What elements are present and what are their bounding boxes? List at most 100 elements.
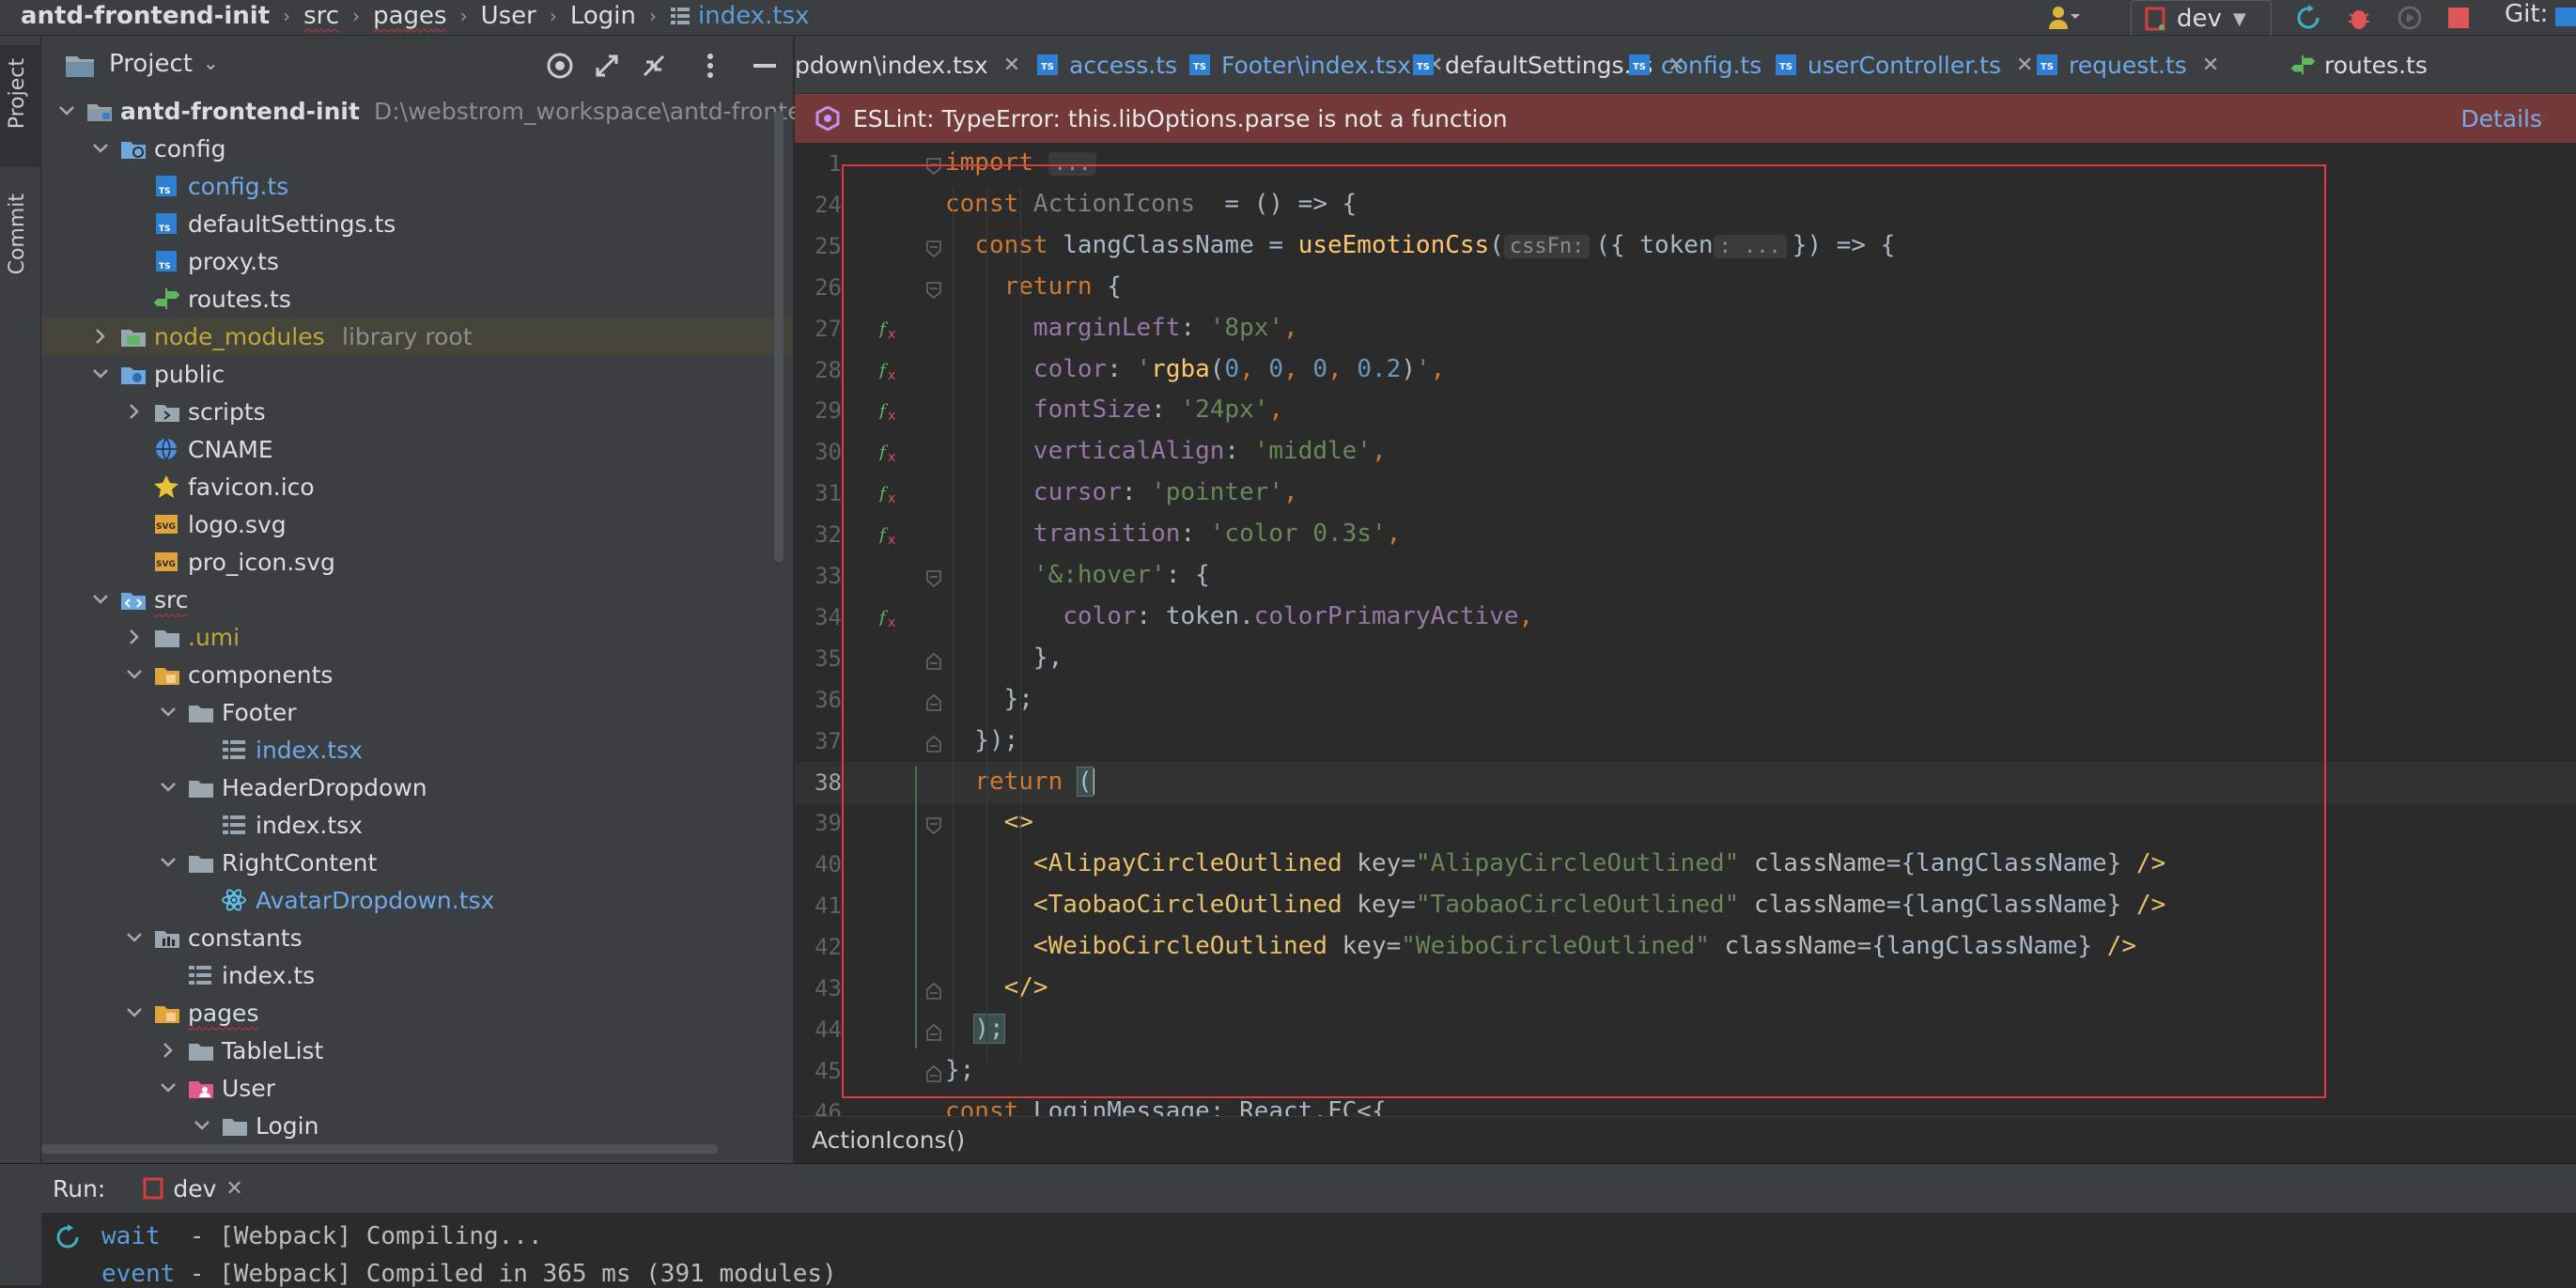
- tree-item[interactable]: User: [41, 1069, 793, 1107]
- hide-panel-icon[interactable]: [752, 51, 778, 81]
- chevron-right-icon: ›: [649, 5, 658, 27]
- editor-tab[interactable]: TSconfig.ts✕: [1629, 36, 1794, 93]
- git-label[interactable]: Git:: [2505, 0, 2548, 28]
- tree-item-label: User: [222, 1074, 275, 1102]
- chevron-down-icon[interactable]: ⌄: [203, 52, 219, 74]
- close-icon[interactable]: ✕: [225, 1177, 242, 1201]
- eslint-details-link[interactable]: Details: [2460, 105, 2542, 132]
- project-horizontal-scrollbar[interactable]: [41, 1144, 718, 1154]
- close-icon[interactable]: ✕: [1003, 54, 1020, 77]
- tree-item-label: index.tsx: [256, 736, 363, 764]
- editor-tab[interactable]: pdown\index.tsx ✕: [795, 36, 1020, 93]
- editor-tab[interactable]: TSaccess.ts✕: [1037, 36, 1209, 93]
- tree-item[interactable]: scripts: [41, 393, 793, 430]
- tree-item[interactable]: antd-frontend-init D:\webstrom_workspace\…: [41, 92, 861, 130]
- debug-icon[interactable]: [2343, 2, 2375, 34]
- tree-item[interactable]: Login: [41, 1107, 793, 1144]
- rerun-icon[interactable]: [2292, 2, 2324, 34]
- tree-item[interactable]: CNAME: [41, 430, 793, 468]
- project-panel-title[interactable]: Project: [109, 50, 193, 78]
- git-branch-icon[interactable]: [2552, 2, 2576, 30]
- tree-item[interactable]: AvatarDropdown.tsx: [41, 881, 793, 919]
- chevron-down-icon[interactable]: [156, 700, 180, 724]
- breadcrumb-pages[interactable]: pages: [373, 2, 446, 30]
- chevron-down-icon[interactable]: [156, 1076, 180, 1100]
- editor-tab[interactable]: TS userController.ts ✕: [1776, 36, 2033, 93]
- tree-item[interactable]: TS proxy.ts: [41, 242, 793, 280]
- breadcrumb-login[interactable]: Login: [570, 2, 636, 30]
- breadcrumb-src[interactable]: src: [303, 2, 339, 30]
- tree-item[interactable]: .umi: [41, 618, 793, 656]
- editor-tab[interactable]: routes.ts: [2290, 36, 2428, 93]
- line-number: 31: [815, 480, 842, 507]
- chevron-down-icon[interactable]: [54, 99, 79, 123]
- line-number: 27: [815, 315, 842, 342]
- breadcrumb-project[interactable]: antd-frontend-init: [21, 2, 270, 30]
- npm-icon: [2145, 7, 2165, 31]
- chevron-down-icon[interactable]: [156, 850, 180, 875]
- chevron-down-icon[interactable]: [190, 1113, 214, 1138]
- profile-icon[interactable]: [2394, 2, 2426, 34]
- tree-item[interactable]: constants: [41, 919, 793, 956]
- svg-file-icon: SVG: [155, 515, 178, 534]
- tree-item[interactable]: config: [41, 130, 793, 167]
- tree-item-label: TableList: [222, 1036, 324, 1064]
- chevron-down-icon[interactable]: [88, 136, 113, 161]
- close-icon[interactable]: ✕: [2202, 54, 2219, 77]
- tree-item[interactable]: HeaderDropdown: [41, 768, 793, 806]
- chevron-right-icon[interactable]: [122, 399, 147, 424]
- chevron-down-icon[interactable]: [122, 662, 147, 687]
- tree-item[interactable]: TableList: [41, 1032, 793, 1069]
- tree-item[interactable]: index.tsx: [41, 731, 793, 768]
- expand-all-icon[interactable]: [592, 51, 622, 81]
- breadcrumb-user[interactable]: User: [481, 2, 536, 30]
- run-configuration-select[interactable]: dev ▼: [2131, 0, 2272, 38]
- tree-item[interactable]: index.ts: [41, 956, 793, 994]
- options-menu-icon[interactable]: [701, 51, 720, 81]
- locate-file-icon[interactable]: [545, 51, 575, 81]
- collapse-all-icon[interactable]: [639, 51, 669, 81]
- svg-text:SVG: SVG: [156, 560, 176, 569]
- tree-item[interactable]: src: [41, 581, 793, 618]
- tree-item[interactable]: public: [41, 355, 793, 393]
- tree-item[interactable]: TS defaultSettings.ts: [41, 205, 793, 242]
- tree-item[interactable]: TS config.ts: [41, 167, 793, 205]
- chevron-down-icon[interactable]: [122, 925, 147, 950]
- chevron-down-icon[interactable]: [88, 362, 113, 386]
- chevron-right-icon[interactable]: [88, 324, 113, 349]
- close-icon[interactable]: ✕: [2016, 54, 2033, 77]
- editor-tab-label: config.ts: [1661, 51, 1762, 79]
- run-panel: Run: dev ✕ wait - [Webpack] Compiling...…: [0, 1163, 2576, 1288]
- editor-tab[interactable]: TS Footer\index.tsx ✕: [1189, 36, 1443, 93]
- left-tool-strip: Project Commit okmarks: [0, 36, 41, 1272]
- chevron-down-icon[interactable]: [88, 587, 113, 612]
- project-tool-tab[interactable]: Project: [0, 45, 41, 167]
- chevron-right-icon[interactable]: [156, 1038, 180, 1063]
- tree-item[interactable]: Footer: [41, 693, 793, 731]
- breadcrumb-file[interactable]: index.tsx: [698, 2, 810, 30]
- commit-tool-label[interactable]: Commit: [6, 194, 29, 274]
- user-account-icon[interactable]: [2048, 2, 2080, 34]
- tree-item[interactable]: RightContent: [41, 844, 793, 881]
- tree-item[interactable]: components: [41, 656, 793, 693]
- tree-item[interactable]: node_modules library root: [41, 318, 793, 355]
- ts-file-icon: TS: [156, 251, 177, 272]
- project-scrollbar[interactable]: [774, 111, 784, 562]
- tree-item[interactable]: routes.ts: [41, 280, 793, 318]
- tree-item-label: HeaderDropdown: [222, 773, 427, 801]
- rerun-icon[interactable]: [54, 1224, 81, 1250]
- code-breadcrumb-item[interactable]: ActionIcons(): [812, 1126, 965, 1154]
- run-tab-dev[interactable]: dev ✕: [143, 1175, 243, 1203]
- line-number: 36: [815, 686, 842, 713]
- stop-icon[interactable]: [2443, 2, 2475, 34]
- tree-item[interactable]: index.tsx: [41, 806, 793, 844]
- tree-item[interactable]: pages: [41, 994, 793, 1032]
- chevron-down-icon[interactable]: [156, 775, 180, 799]
- tree-item[interactable]: SVG logo.svg: [41, 505, 793, 543]
- chevron-down-icon[interactable]: [122, 1001, 147, 1025]
- tree-item-label: config.ts: [188, 172, 289, 200]
- tree-item[interactable]: SVG pro_icon.svg: [41, 543, 793, 581]
- chevron-right-icon[interactable]: [122, 625, 147, 649]
- editor-tab[interactable]: TS request.ts ✕: [2037, 36, 2219, 93]
- tree-item[interactable]: favicon.ico: [41, 468, 793, 505]
